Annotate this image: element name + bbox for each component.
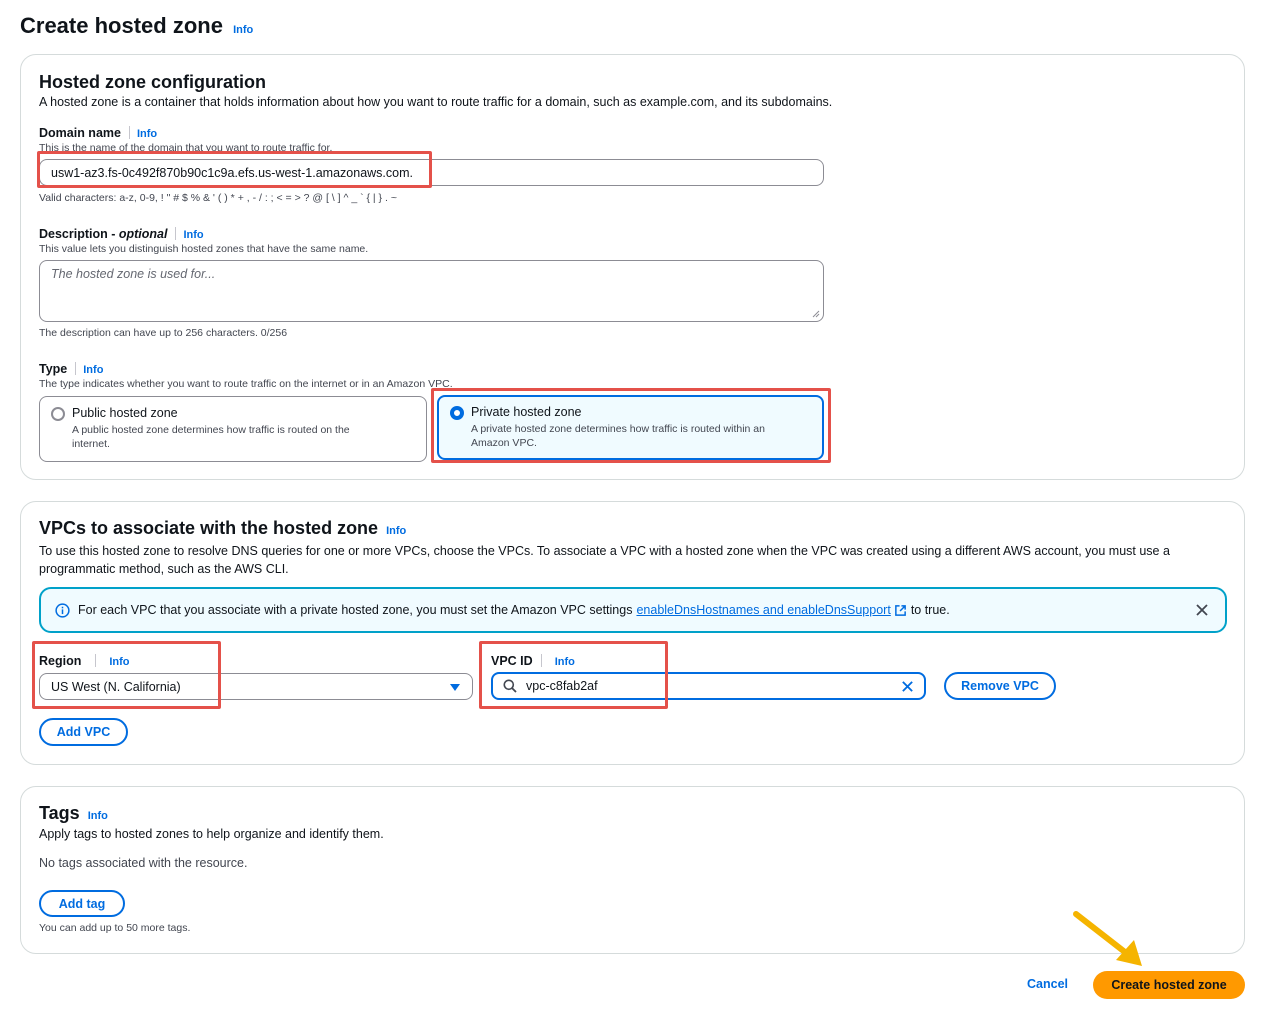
description-info-link[interactable]: Info <box>183 229 203 241</box>
public-hosted-zone-title: Public hosted zone <box>72 406 178 420</box>
domain-name-info-link[interactable]: Info <box>137 128 157 140</box>
create-hosted-zone-button[interactable]: Create hosted zone <box>1093 971 1245 999</box>
vpcs-info-link[interactable]: Info <box>386 525 406 537</box>
type-label: Type <box>39 362 68 376</box>
domain-name-constraint: Valid characters: a-z, 0-9, ! " # $ % & … <box>39 192 397 204</box>
tags-info-link[interactable]: Info <box>88 810 108 822</box>
region-highlight <box>32 641 221 709</box>
tags-empty-message: No tags associated with the resource. <box>39 856 248 870</box>
description-placeholder: The hosted zone is used for... <box>51 267 216 281</box>
description-hint: This value lets you distinguish hosted z… <box>39 243 369 255</box>
type-info-link[interactable]: Info <box>83 364 103 376</box>
tags-description: Apply tags to hosted zones to help organ… <box>39 827 384 841</box>
cancel-button[interactable]: Cancel <box>1027 977 1068 991</box>
description-label: Description - optional <box>39 227 168 241</box>
tags-panel: Tags Info Apply tags to hosted zones to … <box>20 786 1245 954</box>
clear-icon[interactable] <box>901 680 914 693</box>
page-title-text: Create hosted zone <box>20 13 223 38</box>
dns-settings-alert: For each VPC that you associate with a p… <box>39 587 1227 633</box>
add-vpc-button[interactable]: Add VPC <box>39 718 128 746</box>
caret-down-icon <box>450 684 460 691</box>
description-label-row: Description - optional Info <box>39 225 204 243</box>
arrow-annotation-icon <box>1073 911 1142 966</box>
close-icon[interactable] <box>1195 603 1209 617</box>
type-label-row: Type Info <box>39 360 103 378</box>
domain-name-label-row: Domain name Info <box>39 124 157 142</box>
vpc-association-panel: VPCs to associate with the hosted zone I… <box>20 501 1245 765</box>
public-hosted-zone-tile[interactable]: Public hosted zone A public hosted zone … <box>39 396 427 462</box>
description-constraint: The description can have up to 256 chara… <box>39 327 288 339</box>
private-zone-highlight <box>431 388 831 463</box>
configuration-title: Hosted zone configuration <box>39 72 266 92</box>
external-link-icon[interactable] <box>894 604 907 617</box>
page-info-link[interactable]: Info <box>233 24 253 36</box>
type-hint: The type indicates whether you want to r… <box>39 378 453 390</box>
tags-limit: You can add up to 50 more tags. <box>39 922 191 934</box>
public-hosted-zone-radio[interactable] <box>51 407 65 421</box>
description-textarea[interactable]: The hosted zone is used for... <box>39 260 824 322</box>
add-tag-button[interactable]: Add tag <box>39 890 125 917</box>
info-circle-icon <box>55 602 70 618</box>
remove-vpc-button[interactable]: Remove VPC <box>944 672 1056 700</box>
resize-handle-icon[interactable] <box>812 310 820 318</box>
page-title: Create hosted zone Info <box>20 13 253 39</box>
domain-name-highlight <box>37 151 432 188</box>
dns-settings-link[interactable]: enableDnsHostnames and enableDnsSupport <box>636 603 890 617</box>
public-hosted-zone-description: A public hosted zone determines how traf… <box>72 424 350 450</box>
vpcs-title: VPCs to associate with the hosted zone I… <box>39 518 407 538</box>
alert-suffix: to true. <box>910 603 950 617</box>
vpcs-description: To use this hosted zone to resolve DNS q… <box>39 544 1170 576</box>
configuration-description: A hosted zone is a container that holds … <box>39 95 833 109</box>
tags-title: Tags Info <box>39 803 108 823</box>
vpc-id-highlight <box>479 641 668 709</box>
domain-name-label: Domain name <box>39 126 121 140</box>
alert-text: For each VPC that you associate with a p… <box>78 603 633 617</box>
